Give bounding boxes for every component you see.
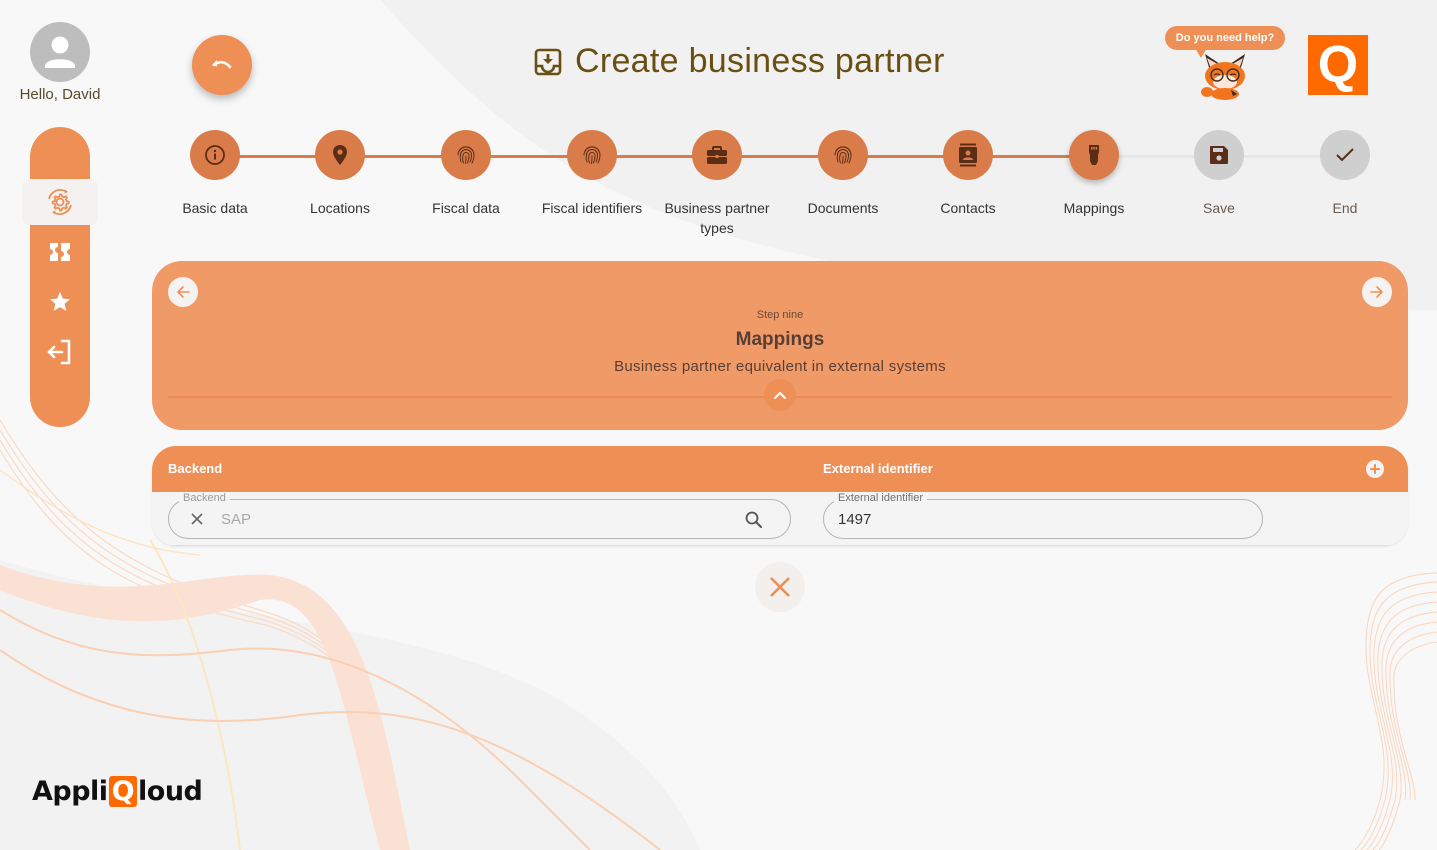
step-circle [1069,130,1119,180]
sidebar-item-settings[interactable] [22,179,98,225]
step-label: Mappings [1063,200,1125,216]
plus-icon [1370,464,1380,474]
backend-value: SAP [221,511,252,528]
backend-field[interactable]: Backend SAP [168,492,791,539]
contact-card-icon [959,143,977,167]
step-label: Documents [807,200,879,216]
ticket-icon [50,243,70,261]
close-icon [191,513,203,525]
step-label: End [1332,200,1358,216]
avatar[interactable] [30,22,90,82]
step-circle [818,130,868,180]
page-title: Create business partner [533,42,945,81]
close-icon [770,577,790,597]
step-business-partner-types[interactable]: Business partner types [654,130,780,238]
step-fiscal-identifiers[interactable]: Fiscal identifiers [529,130,655,218]
brand-logo: Appli Qloud [32,776,203,807]
sidebar [22,127,98,427]
step-label: Contacts [940,200,996,216]
column-header-backend: Backend [168,461,223,476]
app-logo[interactable]: Q [1308,35,1368,95]
collapse-button[interactable] [764,379,796,411]
step-documents[interactable]: Documents [780,130,906,218]
step-circle [190,130,240,180]
table-header: Backend External identifier [152,446,1408,492]
info-icon [205,145,225,165]
connector-icon [1089,145,1099,165]
user-profile[interactable]: Hello, David [14,22,106,103]
briefcase-icon [707,146,727,164]
sidebar-item-tickets[interactable] [30,232,90,272]
back-button[interactable] [192,35,252,95]
arrow-left-icon [177,286,190,298]
step-description: Business partner equivalent in external … [614,358,946,375]
previous-step-button[interactable] [168,277,198,307]
step-contacts[interactable]: Contacts [905,130,1031,218]
brand-suffix: loud [138,776,203,807]
brand-prefix: Appli [32,776,108,807]
mappings-table: Backend External identifier Backend SAP [152,446,1408,546]
settings-sync-icon [48,189,72,215]
chevron-up-icon [774,392,786,399]
check-icon [1336,148,1354,162]
stepper: Basic data Locations Fiscal data Fiscal … [152,130,1408,240]
fingerprint-icon [834,146,852,164]
remove-mapping-button[interactable] [755,562,805,612]
next-step-button[interactable] [1362,277,1392,307]
step-info-card: Step nine Mappings Business partner equi… [152,261,1408,430]
help-bubble[interactable]: Do you need help? [1165,26,1285,50]
step-circle [567,130,617,180]
person-icon [45,36,75,68]
step-circle [1320,130,1370,180]
arrow-right-icon [1370,286,1383,298]
brand-q: Q [108,776,138,807]
step-mappings[interactable]: Mappings [1031,130,1157,218]
add-mapping-button[interactable] [1366,460,1384,478]
step-basic-data[interactable]: Basic data [152,130,278,218]
table-row: Backend SAP External identifier 1497 [152,492,1408,546]
step-label: Save [1203,200,1235,216]
step-label: Basic data [182,200,248,216]
step-circle [1194,130,1244,180]
sidebar-item-logout[interactable] [30,332,90,372]
location-pin-icon [333,145,347,165]
step-fiscal-data[interactable]: Fiscal data [403,130,529,218]
user-greeting: Hello, David [19,86,101,103]
star-icon [50,292,70,311]
search-backend-button[interactable] [744,510,764,535]
fox-mascot-icon [1201,54,1245,100]
step-label: Locations [310,200,370,216]
page-title-text: Create business partner [575,42,945,80]
step-label: Fiscal data [432,200,500,216]
step-circle [315,130,365,180]
logout-icon [47,339,71,365]
step-number: Step nine [756,309,804,321]
undo-icon [212,60,232,69]
help-assistant[interactable]: Do you need help? [1165,26,1285,101]
step-title: Mappings [735,329,825,350]
fingerprint-icon [583,146,601,164]
step-save[interactable]: Save [1156,130,1282,218]
fingerprint-icon [457,146,475,164]
step-circle [692,130,742,180]
external-identifier-field-label: External identifier [834,492,927,504]
step-label: Fiscal identifiers [541,200,643,216]
column-header-external-identifier: External identifier [823,461,933,476]
backend-field-label: Backend [179,492,230,504]
step-circle [943,130,993,180]
step-label: Business partner types [664,200,770,236]
sidebar-item-favorites[interactable] [30,282,90,322]
step-locations[interactable]: Locations [277,130,403,218]
search-icon [745,511,762,528]
step-circle [441,130,491,180]
floppy-disk-icon [1210,146,1228,164]
external-identifier-field[interactable]: External identifier 1497 [823,492,1263,539]
inbox-download-icon [534,48,562,75]
step-end[interactable]: End [1282,130,1408,218]
clear-backend-button[interactable] [189,511,205,532]
external-identifier-value: 1497 [838,511,872,528]
